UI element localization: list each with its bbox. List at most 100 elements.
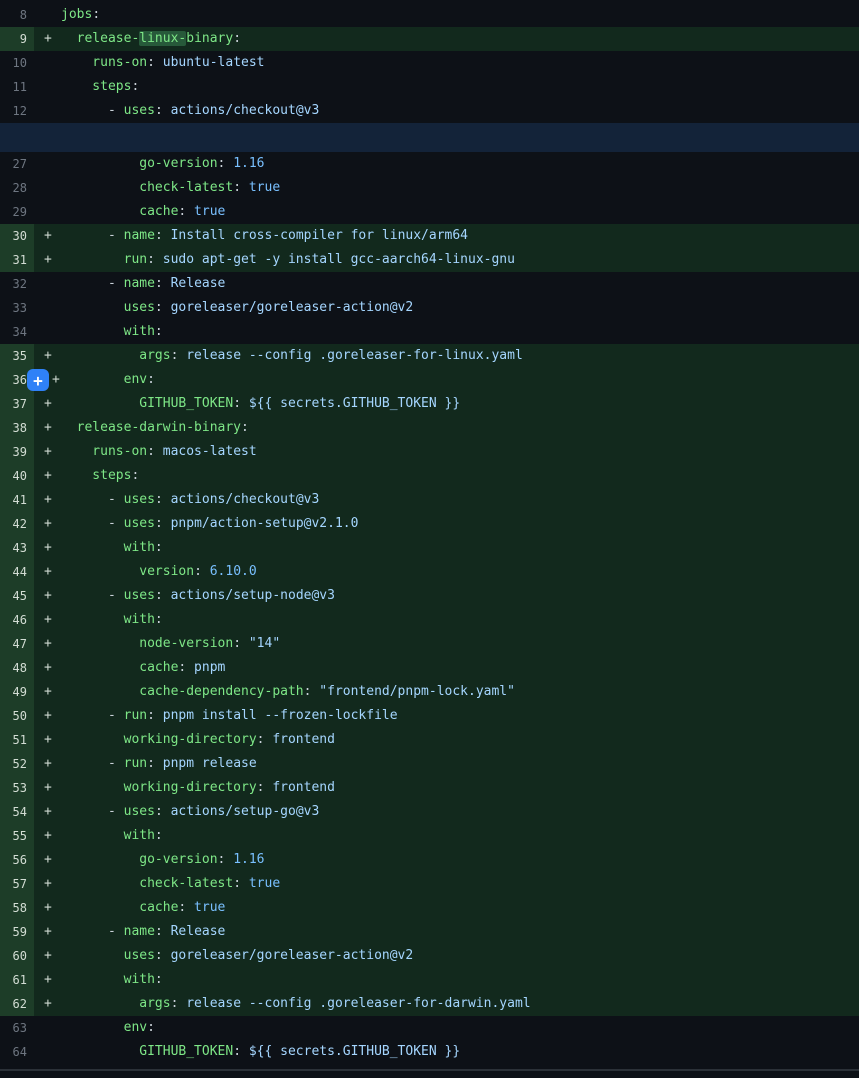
line-number[interactable]: 64: [0, 1040, 34, 1064]
added-line-marker: +: [34, 776, 61, 800]
syntax-token: uses: [124, 588, 155, 603]
line-number[interactable]: 47: [0, 632, 34, 656]
added-line-marker: +: [34, 584, 61, 608]
diff-row-added: 52+ - run: pnpm release: [0, 752, 859, 776]
line-number[interactable]: 62: [0, 992, 34, 1016]
syntax-token: with: [61, 540, 155, 555]
code-line: env:: [61, 1016, 155, 1040]
line-number[interactable]: 53: [0, 776, 34, 800]
diff-row-added: 55+ with:: [0, 824, 859, 848]
line-number[interactable]: 43: [0, 536, 34, 560]
line-number[interactable]: 60: [0, 944, 34, 968]
syntax-token: check-latest: [61, 180, 233, 195]
added-line-marker: +: [34, 800, 61, 824]
add-comment-button[interactable]: +: [27, 369, 49, 391]
added-line-marker: +: [34, 968, 61, 992]
syntax-token: pnpm release: [155, 756, 257, 771]
syntax-token: :: [155, 588, 163, 603]
line-number[interactable]: 37: [0, 392, 34, 416]
line-number[interactable]: 39: [0, 440, 34, 464]
code-line: uses: goreleaser/goreleaser-action@v2: [61, 296, 413, 320]
syntax-token: :: [257, 732, 265, 747]
syntax-token: release --config .goreleaser-for-darwin.…: [178, 996, 530, 1011]
line-number[interactable]: 59: [0, 920, 34, 944]
line-number[interactable]: 51: [0, 728, 34, 752]
line-number[interactable]: 49: [0, 680, 34, 704]
code-line: - uses: pnpm/action-setup@v2.1.0: [61, 512, 358, 536]
syntax-token: cache: [61, 900, 178, 915]
syntax-token: binary: [186, 31, 233, 46]
code-line: runs-on: ubuntu-latest: [61, 51, 265, 75]
line-number[interactable]: 63: [0, 1016, 34, 1040]
line-number[interactable]: 11: [0, 75, 34, 99]
line-number[interactable]: 30: [0, 224, 34, 248]
syntax-token: :: [155, 516, 163, 531]
syntax-token: go-version: [61, 156, 218, 171]
line-number[interactable]: 29: [0, 200, 34, 224]
line-number[interactable]: 44: [0, 560, 34, 584]
diff-row-added: 61+ with:: [0, 968, 859, 992]
plus-icon: +: [33, 371, 43, 390]
syntax-token: actions/setup-go@v3: [163, 804, 320, 819]
syntax-token: pnpm/action-setup@v2.1.0: [163, 516, 359, 531]
line-number[interactable]: 31: [0, 248, 34, 272]
context-line-marker: [34, 152, 61, 176]
syntax-token: true: [241, 180, 280, 195]
syntax-token: -: [61, 276, 124, 291]
diff-row-context: 8jobs:: [0, 3, 859, 27]
line-number[interactable]: 50: [0, 704, 34, 728]
line-number[interactable]: 33: [0, 296, 34, 320]
syntax-token: :: [155, 492, 163, 507]
diff-row-added: 39+ runs-on: macos-latest: [0, 440, 859, 464]
syntax-token: pnpm install --frozen-lockfile: [155, 708, 398, 723]
code-line: uses: goreleaser/goreleaser-action@v2: [61, 944, 413, 968]
line-number[interactable]: 38: [0, 416, 34, 440]
diff-row-added: 38+ release-darwin-binary:: [0, 416, 859, 440]
line-number[interactable]: 48: [0, 656, 34, 680]
line-number[interactable]: 12: [0, 99, 34, 123]
line-number[interactable]: 27: [0, 152, 34, 176]
line-number[interactable]: 46: [0, 608, 34, 632]
line-number[interactable]: 56: [0, 848, 34, 872]
added-line-marker: +: [34, 488, 61, 512]
code-line: args: release --config .goreleaser-for-d…: [61, 992, 531, 1016]
line-number[interactable]: 54: [0, 800, 34, 824]
added-line-marker: +: [34, 512, 61, 536]
code-line: cache: pnpm: [61, 656, 225, 680]
syntax-token: :: [92, 7, 100, 22]
line-number[interactable]: 8: [0, 3, 34, 27]
line-number[interactable]: 10: [0, 51, 34, 75]
syntax-token: ubuntu-latest: [155, 55, 265, 70]
syntax-token: goreleaser/goreleaser-action@v2: [163, 300, 413, 315]
line-number[interactable]: 41: [0, 488, 34, 512]
syntax-token: runs-on: [61, 55, 147, 70]
line-number[interactable]: 57: [0, 872, 34, 896]
line-number[interactable]: 32: [0, 272, 34, 296]
line-number[interactable]: 35: [0, 344, 34, 368]
line-number[interactable]: 28: [0, 176, 34, 200]
line-number[interactable]: 55: [0, 824, 34, 848]
code-line: check-latest: true: [61, 176, 280, 200]
syntax-token: run: [124, 756, 147, 771]
code-line: working-directory: frontend: [61, 776, 335, 800]
line-number[interactable]: 40: [0, 464, 34, 488]
syntax-token: uses: [124, 492, 155, 507]
code-line: - uses: actions/setup-go@v3: [61, 800, 319, 824]
expand-diff-row[interactable]: [0, 123, 859, 152]
added-line-marker: +: [34, 848, 61, 872]
code-line: GITHUB_TOKEN: ${{ secrets.GITHUB_TOKEN }…: [61, 392, 460, 416]
diff-row-added: 49+ cache-dependency-path: "frontend/pnp…: [0, 680, 859, 704]
syntax-token: -: [61, 516, 124, 531]
line-number[interactable]: 42: [0, 512, 34, 536]
line-number[interactable]: 45: [0, 584, 34, 608]
line-number[interactable]: 9: [0, 27, 34, 51]
line-number[interactable]: 58: [0, 896, 34, 920]
added-line-marker: +: [34, 560, 61, 584]
added-line-marker: +: [34, 344, 61, 368]
line-number[interactable]: 52: [0, 752, 34, 776]
syntax-token: working-directory: [61, 732, 257, 747]
line-number[interactable]: 61: [0, 968, 34, 992]
syntax-token: -: [61, 588, 124, 603]
line-number[interactable]: 34: [0, 320, 34, 344]
added-line-marker: +: [34, 752, 61, 776]
